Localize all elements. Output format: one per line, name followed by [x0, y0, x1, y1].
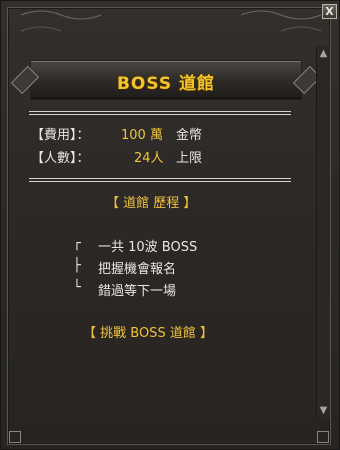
fee-unit: 金幣	[176, 128, 203, 143]
scrollbar[interactable]: ▲ ▼	[316, 46, 330, 418]
history-bullet: └	[73, 280, 81, 295]
fee-label: 【費用】：	[31, 128, 90, 143]
corner-ornament	[9, 431, 21, 443]
history-bullet: ┌	[73, 236, 81, 251]
scroll-up-icon[interactable]: ▲	[318, 48, 329, 59]
divider-top	[29, 111, 291, 115]
history-item: 把握機會報名	[98, 262, 177, 277]
close-icon: X	[325, 5, 334, 18]
people-unit: 上限	[176, 151, 203, 166]
window-title: BOSS 道館	[116, 74, 216, 94]
history-title: 【 道館 歷程 】	[106, 196, 197, 211]
history-item: 一共 10波 BOSS	[98, 240, 198, 255]
fee-value: 100 萬	[121, 128, 163, 143]
history-bullet: ├	[73, 258, 81, 273]
history-item: 錯過等下一場	[98, 284, 177, 299]
boss-gym-window: X BOSS 道館 【費用】： 100 萬 金幣 【人數】： 24人 上限 【 …	[0, 0, 340, 450]
header-banner: BOSS 道館	[31, 61, 301, 99]
scroll-down-icon[interactable]: ▼	[318, 405, 329, 416]
close-button[interactable]: X	[322, 4, 337, 19]
challenge-boss-gym-link[interactable]: 【 挑戰 BOSS 道館 】	[83, 322, 213, 341]
people-value: 24人	[134, 151, 164, 166]
divider-bottom	[29, 178, 291, 182]
corner-ornament	[317, 431, 329, 443]
people-label: 【人數】：	[31, 151, 90, 166]
